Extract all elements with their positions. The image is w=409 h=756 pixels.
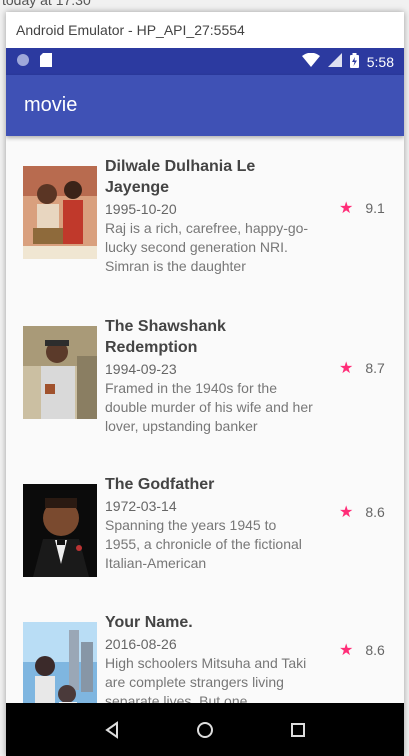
rating-value: 9.1 <box>365 200 385 216</box>
movie-overview: Raj is a rich, carefree, happy-go-lucky … <box>105 220 309 274</box>
movie-date: 1995-10-20 <box>105 201 177 217</box>
movie-list[interactable]: Dilwale Dulhania Le Jayenge 1995-10-20 R… <box>6 136 404 703</box>
movie-date: 2016-08-26 <box>105 636 177 652</box>
navigation-bar <box>6 703 404 756</box>
app-bar: movie <box>6 75 404 136</box>
home-icon[interactable] <box>185 710 225 750</box>
movie-date: 1994-09-23 <box>105 361 177 377</box>
circle-icon <box>16 53 30 70</box>
sd-card-icon <box>40 53 52 70</box>
back-icon[interactable] <box>92 710 132 750</box>
movie-title: The Shawshank Redemption <box>105 318 226 356</box>
movie-rating: ★ 9.1 <box>339 198 385 218</box>
list-item[interactable]: Dilwale Dulhania Le Jayenge 1995-10-20 R… <box>6 156 404 306</box>
status-bar: 5:58 <box>6 48 404 75</box>
list-item[interactable]: The Shawshank Redemption 1994-09-23 Fram… <box>6 316 404 466</box>
movie-poster <box>23 622 97 703</box>
movie-title: Dilwale Dulhania Le Jayenge <box>105 158 256 196</box>
star-icon: ★ <box>339 360 354 377</box>
window-titlebar[interactable]: Android Emulator - HP_API_27:5554 <box>6 12 404 48</box>
movie-title: The Godfather <box>105 476 215 493</box>
movie-rating: ★ 8.6 <box>339 502 385 522</box>
wifi-icon <box>301 52 320 70</box>
star-icon: ★ <box>339 642 354 659</box>
movie-poster <box>23 484 97 577</box>
movie-overview: High schoolers Mitsuha and Taki are comp… <box>105 655 307 703</box>
movie-poster <box>23 326 97 419</box>
movie-overview: Spanning the years 1945 to 1955, a chron… <box>105 517 302 571</box>
star-icon: ★ <box>339 504 354 521</box>
emulator-window: Android Emulator - HP_API_27:5554 5:58 m… <box>6 12 404 756</box>
signal-icon <box>327 53 342 70</box>
movie-poster <box>23 166 97 259</box>
list-item[interactable]: The Godfather 1972-03-14 Spanning the ye… <box>6 474 404 624</box>
recents-icon[interactable] <box>278 710 318 750</box>
star-icon: ★ <box>339 200 354 217</box>
rating-value: 8.6 <box>365 504 385 520</box>
status-time: 5:58 <box>366 53 394 70</box>
movie-date: 1972-03-14 <box>105 498 177 514</box>
rating-value: 8.7 <box>365 360 385 376</box>
movie-rating: ★ 8.7 <box>339 358 385 378</box>
movie-rating: ★ 8.6 <box>339 640 385 660</box>
window-title: Android Emulator - HP_API_27:5554 <box>16 22 245 38</box>
movie-title: Your Name. <box>105 614 193 631</box>
movie-overview: Framed in the 1940s for the double murde… <box>105 380 313 434</box>
list-item[interactable]: Your Name. 2016-08-26 High schoolers Mit… <box>6 612 404 703</box>
battery-icon <box>349 52 359 71</box>
app-title: movie <box>24 94 78 116</box>
rating-value: 8.6 <box>365 642 385 658</box>
desktop-note: today at 17:30 <box>2 0 91 8</box>
